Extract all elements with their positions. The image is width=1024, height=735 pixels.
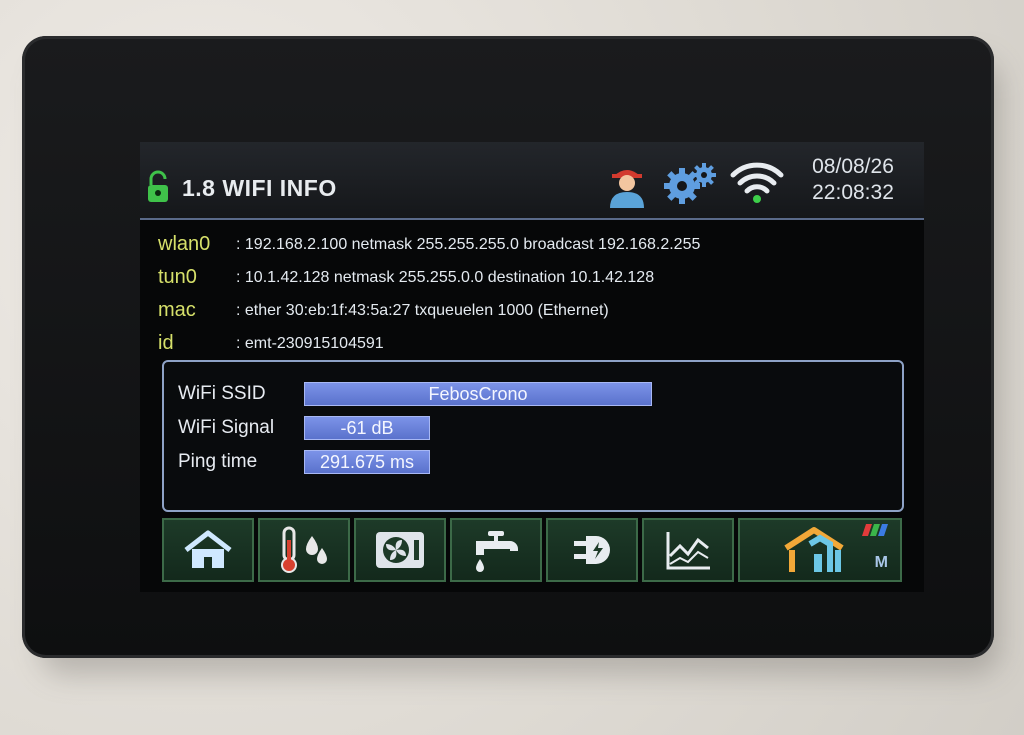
info-key: tun0 (158, 266, 197, 288)
thermometer-humidity-icon (281, 526, 327, 573)
nav-energy-button[interactable] (546, 518, 638, 582)
signal-label: WiFi Signal (178, 417, 275, 438)
info-row-id: id : emt-230915104591 (158, 327, 918, 360)
ping-label: Ping time (178, 451, 258, 472)
page-title: 1.8 WIFI INFO (182, 175, 337, 201)
info-value: : ether 30:eb:1f:43:5a:27 txqueuelen 100… (236, 301, 609, 319)
power-plug-icon (574, 536, 610, 564)
ping-value: 291.675 ms (304, 450, 430, 474)
house-logo-icon (784, 527, 844, 572)
home-icon (184, 530, 232, 568)
gear-icon[interactable] (662, 160, 718, 206)
chart-icon (666, 532, 710, 570)
info-row-wlan0: wlan0 : 192.168.2.100 netmask 255.255.25… (158, 228, 918, 261)
info-value: : 10.1.42.128 netmask 255.255.0.0 destin… (236, 268, 655, 286)
info-row-tun0: tun0 : 10.1.42.128 netmask 255.255.0.0 d… (158, 261, 918, 294)
nav-home-button[interactable] (162, 518, 254, 582)
time-text: 22:08:32 (812, 181, 894, 204)
touch-screen: 1.8 WIFI INFO 08/08/26 22:08:32 wlan0: … (140, 142, 924, 592)
ssid-row: WiFi SSID FebosCrono (178, 382, 652, 406)
network-info: wlan0 : 192.168.2.100 netmask 255.255.25… (158, 228, 918, 360)
info-key: wlan0 (158, 233, 211, 255)
fan-unit-icon (376, 532, 424, 568)
info-key: mac (158, 299, 196, 321)
thermostat-device: 1.8 WIFI INFO 08/08/26 22:08:32 wlan0: … (22, 36, 994, 658)
user-icon[interactable] (606, 162, 648, 208)
ssid-value: FebosCrono (304, 382, 652, 406)
signal-value: -61 dB (304, 416, 430, 440)
ping-row: Ping time 291.675 ms (178, 450, 430, 474)
datetime: 08/08/26 22:08:32 (788, 154, 918, 206)
water-tap-icon (476, 531, 518, 572)
lock-icon[interactable] (146, 170, 170, 204)
nav-climate-button[interactable] (258, 518, 350, 582)
info-value: : emt-230915104591 (236, 334, 384, 352)
brand-badge: M (874, 554, 888, 571)
signal-row: WiFi Signal -61 dB (178, 416, 430, 440)
nav-brand-button[interactable]: M (738, 518, 902, 582)
nav-statistics-button[interactable] (642, 518, 734, 582)
info-value: : 192.168.2.100 netmask 255.255.255.0 br… (236, 235, 701, 253)
info-key: id (158, 332, 174, 354)
header-bar: 1.8 WIFI INFO 08/08/26 22:08:32 (140, 142, 924, 220)
nav-water-button[interactable] (450, 518, 542, 582)
ssid-label: WiFi SSID (178, 383, 266, 404)
info-row-mac: mac : ether 30:eb:1f:43:5a:27 txqueuelen… (158, 294, 918, 327)
wifi-icon[interactable] (730, 160, 784, 204)
nav-ventilation-button[interactable] (354, 518, 446, 582)
color-flag-icon (862, 524, 888, 536)
bottom-nav: M (162, 518, 910, 582)
date-text: 08/08/26 (812, 155, 894, 178)
wifi-status-panel: WiFi SSID FebosCrono WiFi Signal -61 dB … (162, 360, 904, 512)
